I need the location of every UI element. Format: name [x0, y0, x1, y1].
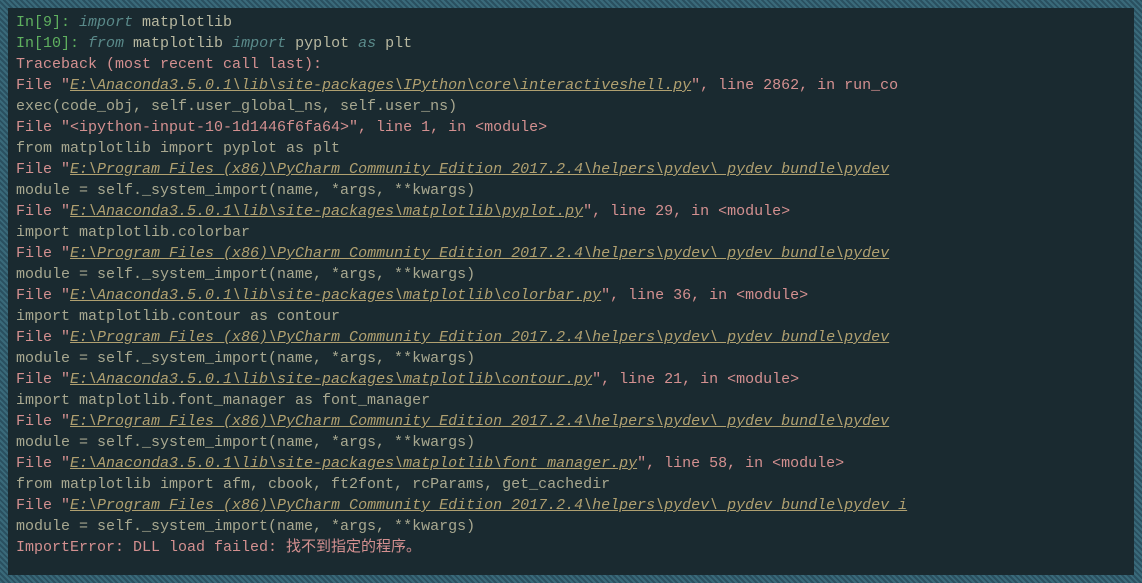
- keyword-import: import: [79, 14, 133, 31]
- file-line-text: File "<ipython-input-10-1d1446f6fa64>", …: [16, 119, 547, 136]
- keyword-as: as: [358, 35, 376, 52]
- file-path-link[interactable]: E:\Program Files (x86)\PyCharm Community…: [70, 245, 889, 262]
- traceback-file-line: File "E:\Program Files (x86)\PyCharm Com…: [16, 243, 1126, 264]
- traceback-file-line: File "E:\Program Files (x86)\PyCharm Com…: [16, 495, 1126, 516]
- traceback-file-line: File "E:\Program Files (x86)\PyCharm Com…: [16, 411, 1126, 432]
- file-prefix: File ": [16, 329, 70, 346]
- file-path-link[interactable]: E:\Program Files (x86)\PyCharm Community…: [70, 497, 907, 514]
- traceback-file-line: File "E:\Anaconda3.5.0.1\lib\site-packag…: [16, 285, 1126, 306]
- traceback-file-line: File "E:\Anaconda3.5.0.1\lib\site-packag…: [16, 369, 1126, 390]
- input-line-9: In[9]: import matplotlib: [16, 12, 1126, 33]
- traceback-code-line: from matplotlib import pyplot as plt: [16, 138, 1126, 159]
- traceback-code-line: module = self._system_import(name, *args…: [16, 432, 1126, 453]
- file-prefix: File ": [16, 371, 70, 388]
- file-prefix: File ": [16, 287, 70, 304]
- traceback-file-line: File "E:\Program Files (x86)\PyCharm Com…: [16, 327, 1126, 348]
- traceback-code-line: module = self._system_import(name, *args…: [16, 180, 1126, 201]
- keyword-import: import: [232, 35, 286, 52]
- file-path-link[interactable]: E:\Program Files (x86)\PyCharm Community…: [70, 329, 889, 346]
- traceback-file-line: File "E:\Anaconda3.5.0.1\lib\site-packag…: [16, 453, 1126, 474]
- file-path-link[interactable]: E:\Anaconda3.5.0.1\lib\site-packages\mat…: [70, 203, 583, 220]
- file-prefix: File ": [16, 455, 70, 472]
- traceback-header: Traceback (most recent call last):: [16, 54, 1126, 75]
- prompt-10: In[10]:: [16, 35, 88, 52]
- module-name: matplotlib: [133, 14, 232, 31]
- input-line-10: In[10]: from matplotlib import pyplot as…: [16, 33, 1126, 54]
- traceback-code-line: module = self._system_import(name, *args…: [16, 516, 1126, 537]
- traceback-code-line: import matplotlib.colorbar: [16, 222, 1126, 243]
- traceback-file-line: File "E:\Program Files (x86)\PyCharm Com…: [16, 159, 1126, 180]
- file-prefix: File ": [16, 161, 70, 178]
- traceback-file-line: File "E:\Anaconda3.5.0.1\lib\site-packag…: [16, 201, 1126, 222]
- traceback-file-line: File "<ipython-input-10-1d1446f6fa64>", …: [16, 117, 1126, 138]
- file-suffix: ", line 29, in <module>: [583, 203, 790, 220]
- traceback-code-line: import matplotlib.font_manager as font_m…: [16, 390, 1126, 411]
- traceback-code-line: module = self._system_import(name, *args…: [16, 348, 1126, 369]
- keyword-from: from: [88, 35, 124, 52]
- traceback-code-line: from matplotlib import afm, cbook, ft2fo…: [16, 474, 1126, 495]
- file-suffix: ", line 36, in <module>: [601, 287, 808, 304]
- traceback-code-line: import matplotlib.contour as contour: [16, 306, 1126, 327]
- error-message: ImportError: DLL load failed: 找不到指定的程序。: [16, 537, 1126, 558]
- file-path-link[interactable]: E:\Program Files (x86)\PyCharm Community…: [70, 413, 889, 430]
- traceback-file-line: File "E:\Anaconda3.5.0.1\lib\site-packag…: [16, 75, 1126, 96]
- file-prefix: File ": [16, 497, 70, 514]
- file-prefix: File ": [16, 413, 70, 430]
- file-path-link[interactable]: E:\Program Files (x86)\PyCharm Community…: [70, 161, 889, 178]
- file-suffix: ", line 21, in <module>: [592, 371, 799, 388]
- file-prefix: File ": [16, 77, 70, 94]
- module-alias: plt: [376, 35, 412, 52]
- file-path-link[interactable]: E:\Anaconda3.5.0.1\lib\site-packages\mat…: [70, 371, 592, 388]
- file-prefix: File ": [16, 203, 70, 220]
- prompt-9: In[9]:: [16, 14, 79, 31]
- file-path-link[interactable]: E:\Anaconda3.5.0.1\lib\site-packages\IPy…: [70, 77, 691, 94]
- file-suffix: ", line 58, in <module>: [637, 455, 844, 472]
- traceback-code-line: exec(code_obj, self.user_global_ns, self…: [16, 96, 1126, 117]
- module-name: matplotlib: [124, 35, 232, 52]
- terminal-output: In[9]: import matplotlib In[10]: from ma…: [8, 8, 1134, 575]
- traceback-frames: File "E:\Anaconda3.5.0.1\lib\site-packag…: [16, 75, 1126, 537]
- file-path-link[interactable]: E:\Anaconda3.5.0.1\lib\site-packages\mat…: [70, 287, 601, 304]
- traceback-code-line: module = self._system_import(name, *args…: [16, 264, 1126, 285]
- file-prefix: File ": [16, 245, 70, 262]
- file-suffix: ", line 2862, in run_co: [691, 77, 898, 94]
- module-name: pyplot: [286, 35, 358, 52]
- file-path-link[interactable]: E:\Anaconda3.5.0.1\lib\site-packages\mat…: [70, 455, 637, 472]
